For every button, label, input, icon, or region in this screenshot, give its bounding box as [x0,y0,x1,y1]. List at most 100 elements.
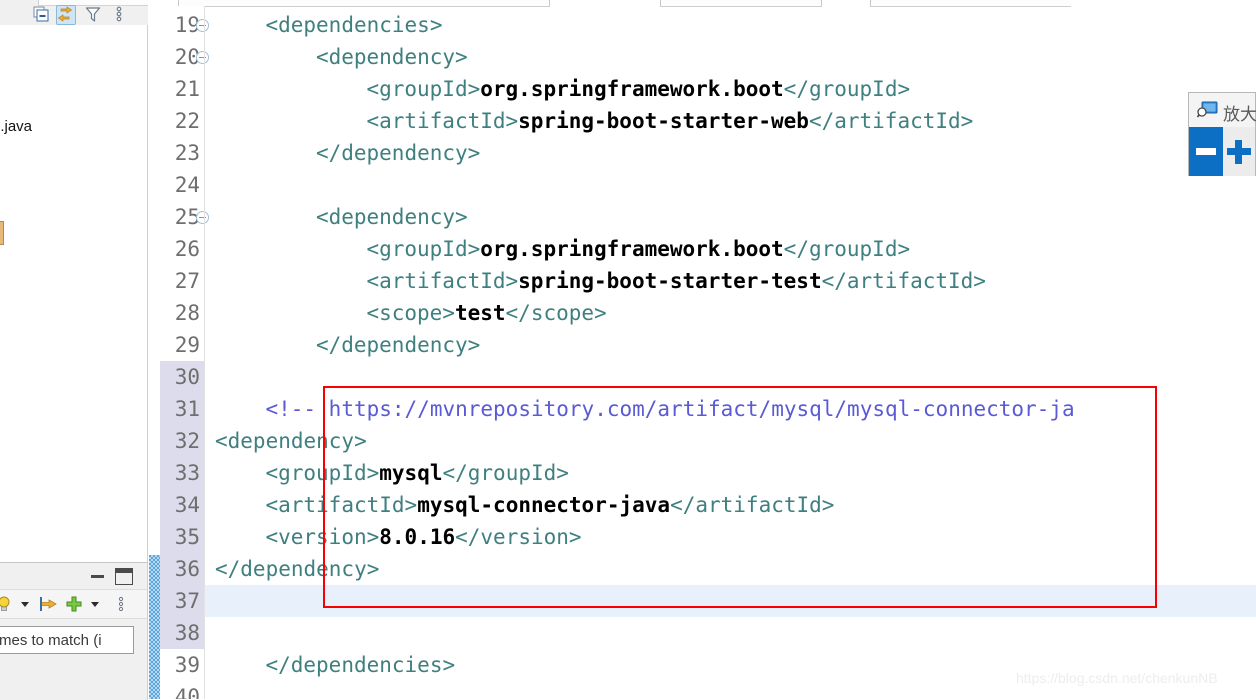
zoom-out-button[interactable] [1189,127,1223,176]
code-editor[interactable]: 19 20 21 22 23 24 25 26 27 28 29 30 31 32 33 34 35 36 37 38… [160,0,1256,699]
current-line-highlight [205,585,1256,617]
code-token-tag: <version> [265,525,380,549]
code-token-tag: </dependency> [315,333,481,357]
chevron-down-icon[interactable] [18,594,32,614]
code-line[interactable]: <dependencies> [265,9,442,41]
code-token-tag: <groupId> [366,77,481,101]
line-number: 28 [174,301,200,325]
code-token-txt: 8.0.16 [379,525,456,549]
code-token-tag: <dependency> [315,45,468,69]
magnifier-icon [1196,101,1219,119]
line-number: 38 [174,621,200,645]
tree-selection-marker [0,221,4,245]
code-token-tag: </artifactId> [808,109,974,133]
package-explorer-toolbar [0,0,149,26]
code-line[interactable]: <dependency> [316,201,468,233]
line-number: 23 [174,141,200,165]
code-line[interactable]: <!-- https://mvnrepository.com/artifact/… [265,393,1074,425]
minimize-button[interactable] [90,569,105,582]
line-number: 37 [174,589,200,613]
search-input[interactable]: mes to match (i [0,626,134,654]
code-token-tag: <scope> [366,301,455,325]
code-line[interactable]: <artifactId>mysql-connector-java</artifa… [265,489,834,521]
code-token-tag: <groupId> [366,237,481,261]
code-token-txt: spring-boot-starter-test [518,269,822,293]
line-number: 20 [174,45,200,69]
line-number: 21 [174,77,200,101]
line-number: 24 [174,173,200,197]
link-with-editor-icon[interactable] [56,5,76,25]
editor-scrollbar-thumb[interactable] [149,555,160,699]
search-view-titlebar [0,563,147,589]
line-number: 32 [174,429,200,453]
code-token-tag: </artifactId> [821,269,986,293]
code-line[interactable]: <version>8.0.16</version> [265,521,581,553]
code-token-tag: <artifactId> [366,269,519,293]
code-token-tag: </groupId> [783,237,911,261]
search-view-toolbar [0,589,147,619]
code-token-tag: <artifactId> [265,493,418,517]
line-number: 39 [174,653,200,677]
left-panel: n.java [0,0,149,700]
line-number: 35 [174,525,200,549]
add-icon[interactable] [64,594,84,614]
code-token-cmt: <!-- https://mvnrepository.com/artifact/… [265,397,1075,421]
line-number: 25 [174,205,200,229]
code-text-area[interactable]: <dependencies> <dependency> <groupId>org.s… [205,6,1256,699]
line-number: 27 [174,269,200,293]
code-token-tag: </groupId> [783,77,911,101]
code-line[interactable]: </dependency> [316,137,480,169]
pin-icon[interactable] [38,594,60,614]
code-token-tag: <dependency> [215,429,367,453]
code-line[interactable]: <dependency> [316,41,468,73]
code-line[interactable]: <scope>test</scope> [366,297,606,329]
maximize-button[interactable] [115,568,133,585]
line-number: 30 [174,365,200,389]
tree-item-java-file[interactable]: n.java [0,118,32,135]
code-token-tag: </dependencies> [265,653,456,677]
code-line[interactable]: <groupId>mysql</groupId> [265,457,568,489]
code-line[interactable]: <groupId>org.springframework.boot</group… [366,233,910,265]
magnifier-header: 放大镜 [1189,93,1256,127]
code-token-tag: <groupId> [265,461,380,485]
line-number: 22 [174,109,200,133]
line-number: 36 [174,557,200,581]
line-number: 33 [174,461,200,485]
code-line[interactable]: <artifactId>spring-boot-starter-web</art… [366,105,973,137]
lightbulb-icon[interactable] [0,594,14,614]
line-number: 26 [174,237,200,261]
code-token-txt: spring-boot-starter-web [518,109,809,133]
code-token-txt: mysql [379,461,443,485]
code-line[interactable]: </dependency> [215,553,379,585]
line-number: 29 [174,333,200,357]
chevron-down-icon[interactable] [88,594,102,614]
code-token-tag: </version> [455,525,582,549]
code-line[interactable]: <groupId>org.springframework.boot</group… [366,73,910,105]
line-number: 40 [174,685,200,699]
code-token-tag: <dependency> [315,205,468,229]
package-explorer-tree[interactable]: n.java [0,25,148,562]
code-line[interactable]: </dependencies> [265,649,455,681]
code-token-txt: org.springframework.boot [480,77,784,101]
line-number-gutter[interactable]: 19 20 21 22 23 24 25 26 27 28 29 30 31 32 33 34 35 36 37 38… [160,6,209,699]
code-line[interactable]: </dependency> [316,329,480,361]
view-menu-icon[interactable] [114,594,128,614]
filter-icon[interactable] [84,5,102,23]
zoom-in-button[interactable] [1223,127,1255,176]
code-token-tag: </artifactId> [670,493,835,517]
code-token-tag: </groupId> [442,461,569,485]
code-token-txt: org.springframework.boot [480,237,784,261]
code-token-tag: </dependency> [215,557,380,581]
code-token-txt: test [454,301,506,325]
line-number: 34 [174,493,200,517]
code-token-tag: <dependencies> [265,13,443,37]
magnifier-tool-popup[interactable]: 放大镜 [1188,92,1256,176]
magnifier-label: 放大镜 [1223,105,1256,124]
code-token-txt: mysql-connector-java [417,493,671,517]
collapse-all-icon[interactable] [32,5,50,23]
code-line[interactable]: <dependency> [215,425,367,457]
code-token-tag: <artifactId> [366,109,519,133]
code-line[interactable]: <artifactId>spring-boot-starter-test</ar… [366,265,986,297]
view-menu-icon[interactable] [110,5,128,23]
watermark-text: https://blog.csdn.net/chenkunNB [1016,670,1218,686]
